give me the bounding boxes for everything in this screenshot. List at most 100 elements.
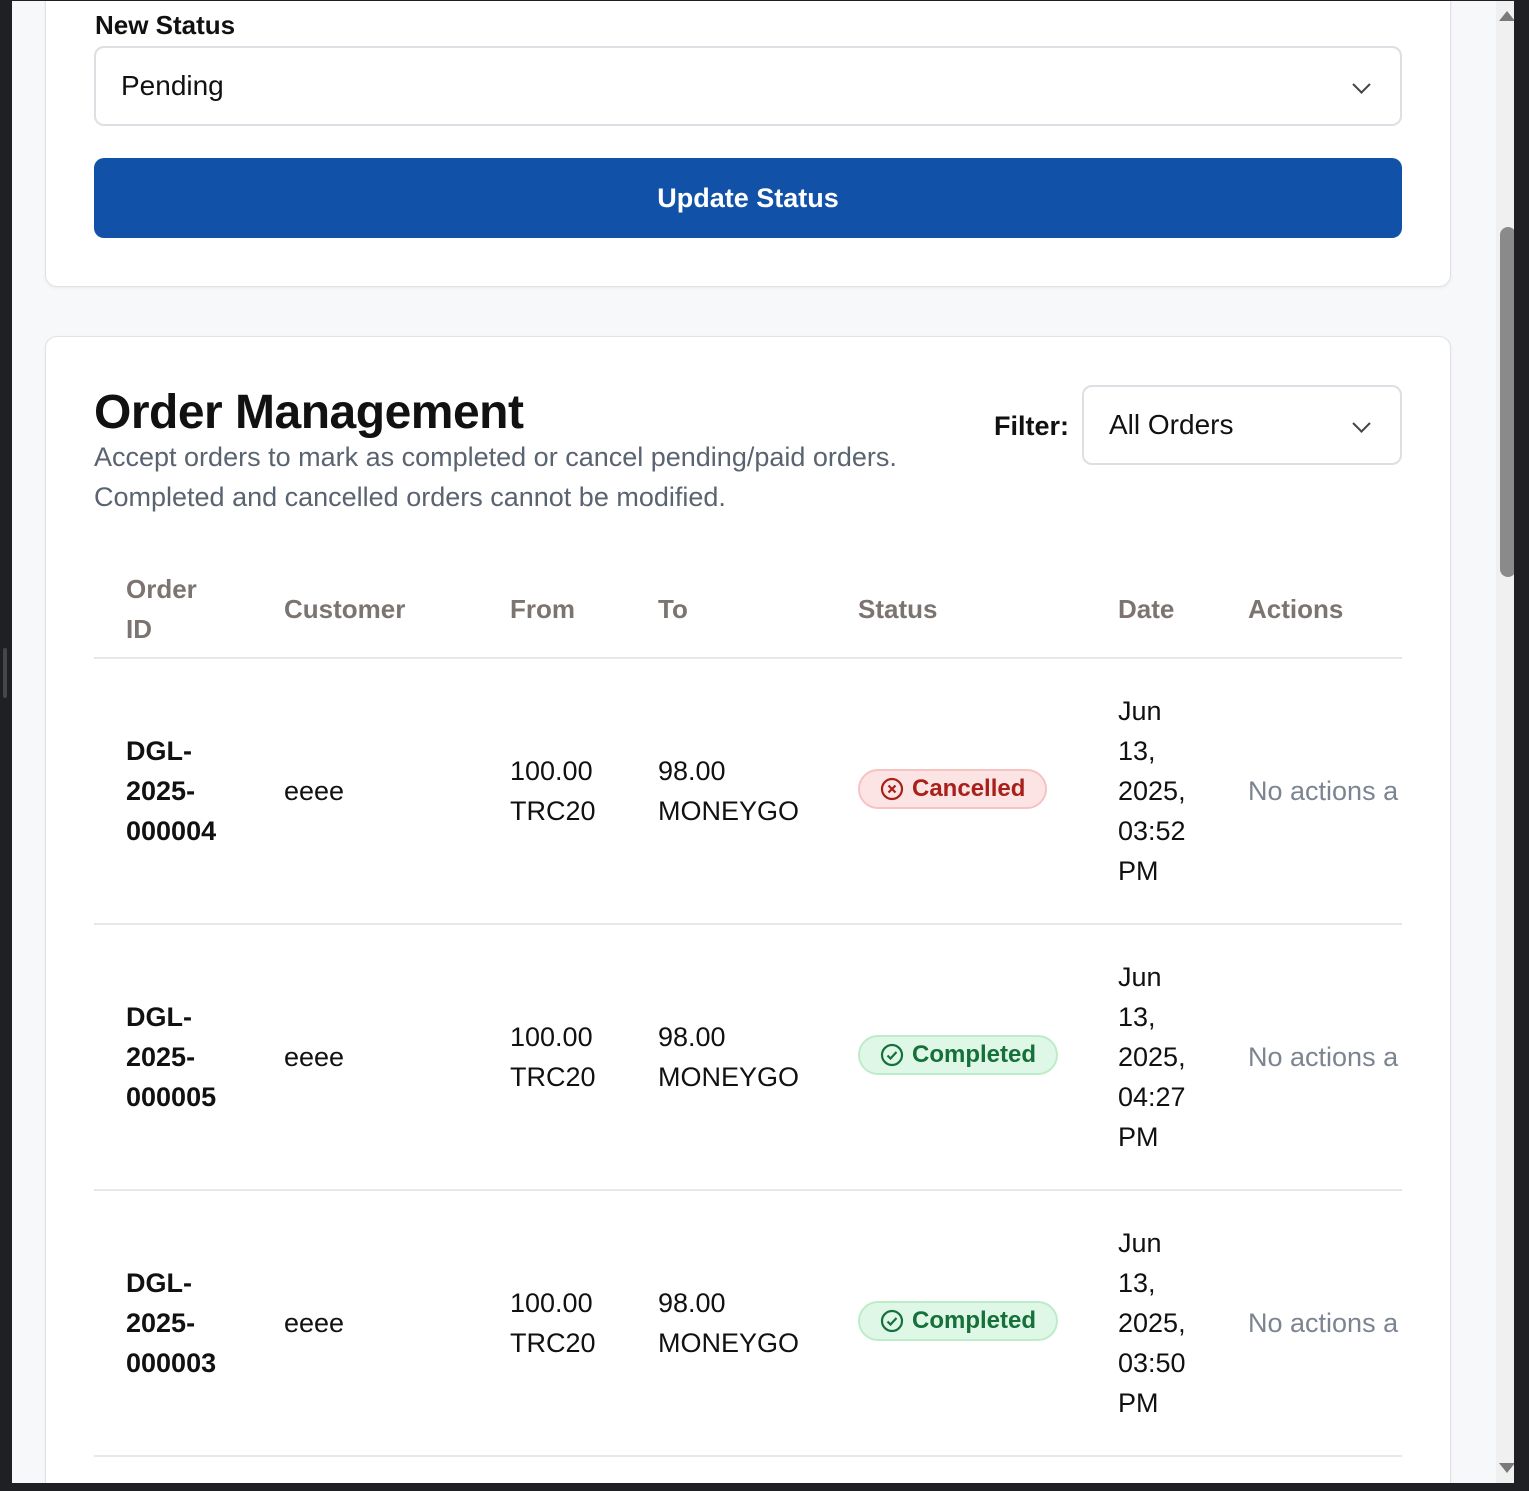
from-amount-cell: 100.00 TRC20 <box>510 1017 596 1097</box>
new-status-value: Pending <box>121 70 224 101</box>
actions-cell: No actions a <box>1248 1308 1399 1338</box>
id-line: 000005 <box>126 1082 217 1112</box>
from-amount-cell: 100.00 TRC20 <box>510 751 596 831</box>
status-badge: Completed <box>858 1301 1059 1341</box>
actions-cell: No actions a <box>1248 776 1399 806</box>
status-cell: Completed <box>858 1035 1059 1075</box>
date-line: PM <box>1118 856 1159 886</box>
scroll-up-arrow-icon[interactable] <box>1499 11 1514 21</box>
table-body: DGL- 2025- 000004 eeee 100.00 TRC20 98.00 MONEY… <box>94 659 1402 1457</box>
from-line: 100.00 <box>510 1288 593 1318</box>
status-update-card: New Status Pending Update Status <box>45 1 1451 287</box>
from-line: TRC20 <box>510 1062 596 1092</box>
to-line: 98.00 <box>658 1022 726 1052</box>
column-header-actions: Actions <box>1248 594 1344 624</box>
actions-cell: No actions a <box>1248 1042 1399 1072</box>
column-header-status: Status <box>858 594 938 624</box>
to-line: 98.00 <box>658 1288 726 1318</box>
status-badge-label: Cancelled <box>912 775 1026 802</box>
column-header-from: From <box>510 594 575 624</box>
customer-cell: eeee <box>284 1042 345 1072</box>
id-line: DGL- <box>126 736 192 766</box>
date-line: Jun <box>1118 1228 1162 1258</box>
to-amount-cell: 98.00 MONEYGO <box>658 1283 799 1363</box>
date-line: Jun <box>1118 962 1162 992</box>
status-badge-label: Completed <box>912 1041 1037 1068</box>
id-line: 2025- <box>126 776 196 806</box>
date-line: 03:50 <box>1118 1348 1186 1378</box>
filter-label: Filter: <box>994 411 1070 441</box>
status-cell: Cancelled <box>858 769 1048 809</box>
from-line: TRC20 <box>510 1328 596 1358</box>
id-line: 000003 <box>126 1348 217 1378</box>
customer-cell: eeee <box>284 1308 345 1338</box>
scroll-down-arrow-icon[interactable] <box>1499 1463 1514 1473</box>
date-line: 04:27 <box>1118 1082 1186 1112</box>
date-line: PM <box>1118 1122 1159 1152</box>
to-line: MONEYGO <box>658 1062 800 1092</box>
column-header-order-id-line2: ID <box>126 614 152 644</box>
customer-cell: eeee <box>284 776 345 806</box>
status-cell: Completed <box>858 1301 1059 1341</box>
column-header-to: To <box>658 594 688 624</box>
window-resize-grip[interactable] <box>3 648 7 698</box>
date-line: 13, <box>1118 1268 1156 1298</box>
date-line: 13, <box>1118 736 1156 766</box>
id-line: 2025- <box>126 1042 196 1072</box>
order-management-card: Order Management Accept orders to mark a… <box>45 336 1451 1483</box>
check-circle-icon <box>880 1309 904 1333</box>
x-circle-icon <box>880 777 904 801</box>
to-line: MONEYGO <box>658 1328 800 1358</box>
to-amount-cell: 98.00 MONEYGO <box>658 751 799 831</box>
status-badge: Completed <box>858 1035 1059 1075</box>
orders-table: Order ID Customer From To Status Date Ac… <box>94 563 1402 1457</box>
new-status-label: New Status <box>95 10 236 40</box>
date-cell: Jun 13, 2025, 03:52 PM <box>1118 691 1186 891</box>
id-line: DGL- <box>126 1002 192 1032</box>
id-line: DGL- <box>126 1268 192 1298</box>
vertical-scrollbar[interactable] <box>1496 1 1514 1483</box>
scrollbar-thumb[interactable] <box>1500 227 1514 577</box>
from-amount-cell: 100.00 TRC20 <box>510 1283 596 1363</box>
table-row: DGL- 2025- 000004 eeee 100.00 TRC20 98.00 MONEY… <box>94 659 1402 925</box>
to-line: 98.00 <box>658 756 726 786</box>
column-header-order-id: Order ID <box>126 569 197 649</box>
status-badge: Cancelled <box>858 769 1048 809</box>
chevron-down-icon <box>1352 75 1371 94</box>
from-line: 100.00 <box>510 1022 593 1052</box>
chevron-down-icon <box>1352 414 1371 433</box>
filter-value: All Orders <box>1109 409 1234 440</box>
date-line: 2025, <box>1118 776 1186 806</box>
date-line: 03:52 <box>1118 816 1186 846</box>
page-viewport: New Status Pending Update Status Order M… <box>12 1 1514 1483</box>
column-header-order-id-line1: Order <box>126 574 197 604</box>
table-header: Order ID Customer From To Status Date Ac… <box>94 563 1402 659</box>
status-badge-label: Completed <box>912 1307 1037 1334</box>
table-row: DGL- 2025- 000005 eeee 100.00 TRC20 98.00 MONEY… <box>94 925 1402 1191</box>
id-line: 2025- <box>126 1308 196 1338</box>
order-id-cell: DGL- 2025- 000003 <box>126 1263 216 1383</box>
id-line: 000004 <box>126 816 217 846</box>
new-status-select[interactable]: Pending <box>94 46 1402 126</box>
page-description: Accept orders to mark as completed or ca… <box>94 442 897 512</box>
from-line: 100.00 <box>510 756 593 786</box>
date-line: Jun <box>1118 696 1162 726</box>
order-filter-select[interactable]: All Orders <box>1082 385 1402 465</box>
to-amount-cell: 98.00 MONEYGO <box>658 1017 799 1097</box>
to-line: MONEYGO <box>658 796 800 826</box>
date-line: 2025, <box>1118 1308 1186 1338</box>
column-header-customer: Customer <box>284 594 406 624</box>
date-line: 2025, <box>1118 1042 1186 1072</box>
date-line: PM <box>1118 1388 1159 1418</box>
order-id-cell: DGL- 2025- 000005 <box>126 997 216 1117</box>
date-line: 13, <box>1118 1002 1156 1032</box>
date-cell: Jun 13, 2025, 04:27 PM <box>1118 957 1186 1157</box>
page-title: Order Management <box>94 386 524 439</box>
check-circle-icon <box>880 1043 904 1067</box>
column-header-date: Date <box>1118 594 1175 624</box>
update-status-button[interactable]: Update Status <box>94 158 1402 238</box>
date-cell: Jun 13, 2025, 03:50 PM <box>1118 1223 1186 1423</box>
from-line: TRC20 <box>510 796 596 826</box>
order-id-cell: DGL- 2025- 000004 <box>126 731 216 851</box>
table-row: DGL- 2025- 000003 eeee 100.00 TRC20 98.00 MONEY… <box>94 1191 1402 1457</box>
